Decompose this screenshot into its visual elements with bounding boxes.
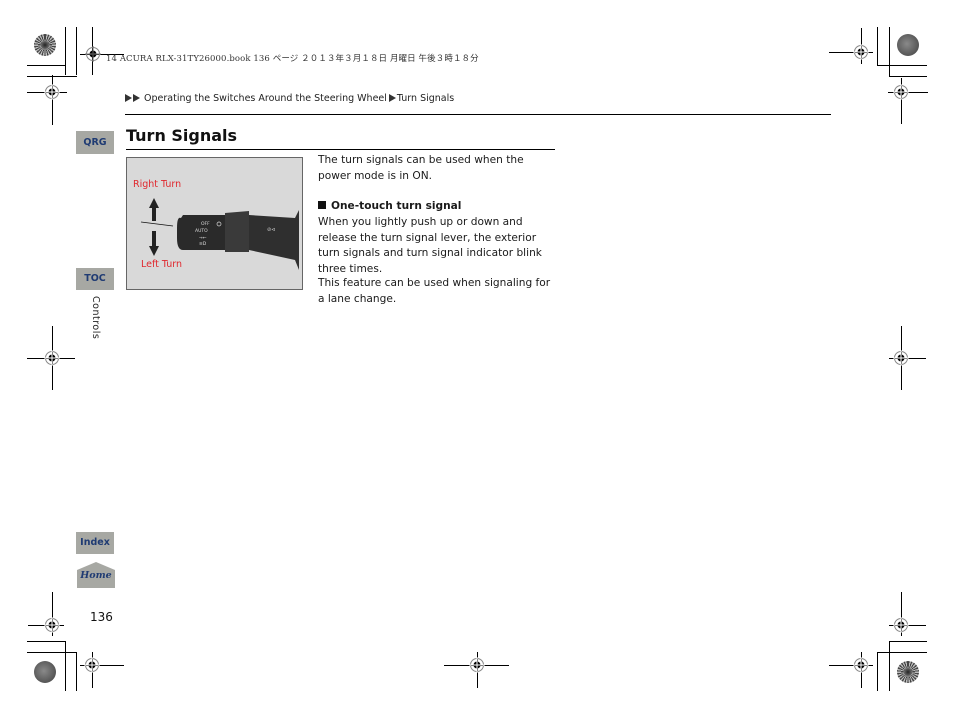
registration-disc-icon [34,661,56,683]
turn-signal-lever-illustration: OFF AUTO →← ≡D ⊘⊲ [140,198,299,270]
registration-mark-icon [853,44,869,60]
subheading-text: One-touch turn signal [331,200,462,212]
section-label: Controls [90,296,101,340]
crop-line [52,75,53,125]
registration-mark-icon [44,84,60,100]
registration-mark-icon [44,617,60,633]
up-down-arrow-icon [149,198,159,256]
crop-line [76,652,77,691]
home-button[interactable]: Home [77,562,115,588]
crop-line [877,65,927,66]
svg-text:≡D: ≡D [199,241,207,247]
page-number: 136 [90,610,113,624]
registration-mark-icon [893,617,909,633]
registration-mark-icon [44,350,60,366]
crop-line [65,641,66,691]
crop-line [889,76,927,77]
svg-text:AUTO: AUTO [195,228,208,234]
svg-text:⊘⊲: ⊘⊲ [267,227,275,233]
one-touch-paragraph: When you lightly push up or down and rel… [318,216,542,275]
header-rule [125,114,831,115]
crop-line [76,27,77,75]
turn-signal-figure: Right Turn Left Turn OFF AUTO →← ≡D ⊘⊲ [126,157,303,290]
crop-line [65,27,66,75]
home-label: Home [80,570,112,581]
crop-line [877,27,878,66]
breadcrumb-arrow-icon [125,94,132,102]
registration-mark-icon [893,350,909,366]
registration-mark-icon [853,657,869,673]
crop-line [889,641,927,642]
crop-line [27,65,66,66]
breadcrumb: Operating the Switches Around the Steeri… [125,93,454,104]
intro-paragraph: The turn signals can be used when the po… [318,154,524,182]
crop-line [877,652,927,653]
registration-mark-icon [893,84,909,100]
crop-line [877,652,878,691]
registration-rosette-icon [34,34,56,56]
subheading: One-touch turn signal [318,199,558,215]
svg-text:→←: →← [199,236,207,241]
breadcrumb-arrow-icon [388,94,396,102]
crop-line [889,27,890,77]
title-rule [126,149,555,150]
print-header: 14 ACURA RLX-31TY26000.book 136 ページ ２０１３… [106,54,479,64]
registration-mark-icon [469,657,485,673]
breadcrumb-arrow-icon [133,94,140,102]
registration-mark-icon [84,657,100,673]
crop-line [27,641,66,642]
registration-mark-icon [85,46,101,62]
qrg-button[interactable]: QRG [76,131,114,154]
breadcrumb-item-steering-switches[interactable]: Operating the Switches Around the Steeri… [144,93,387,104]
registration-disc-icon [897,34,919,56]
lane-change-paragraph: This feature can be used when signaling … [318,277,551,305]
toc-button[interactable]: TOC [76,268,114,290]
crop-line [27,652,77,653]
index-button[interactable]: Index [76,532,114,554]
svg-text:OFF: OFF [201,221,210,227]
page-title: Turn Signals [126,126,238,145]
registration-rosette-icon [897,661,919,683]
crop-line [889,641,890,691]
breadcrumb-item-turn-signals[interactable]: Turn Signals [397,93,454,104]
bullet-square-icon [318,201,326,209]
